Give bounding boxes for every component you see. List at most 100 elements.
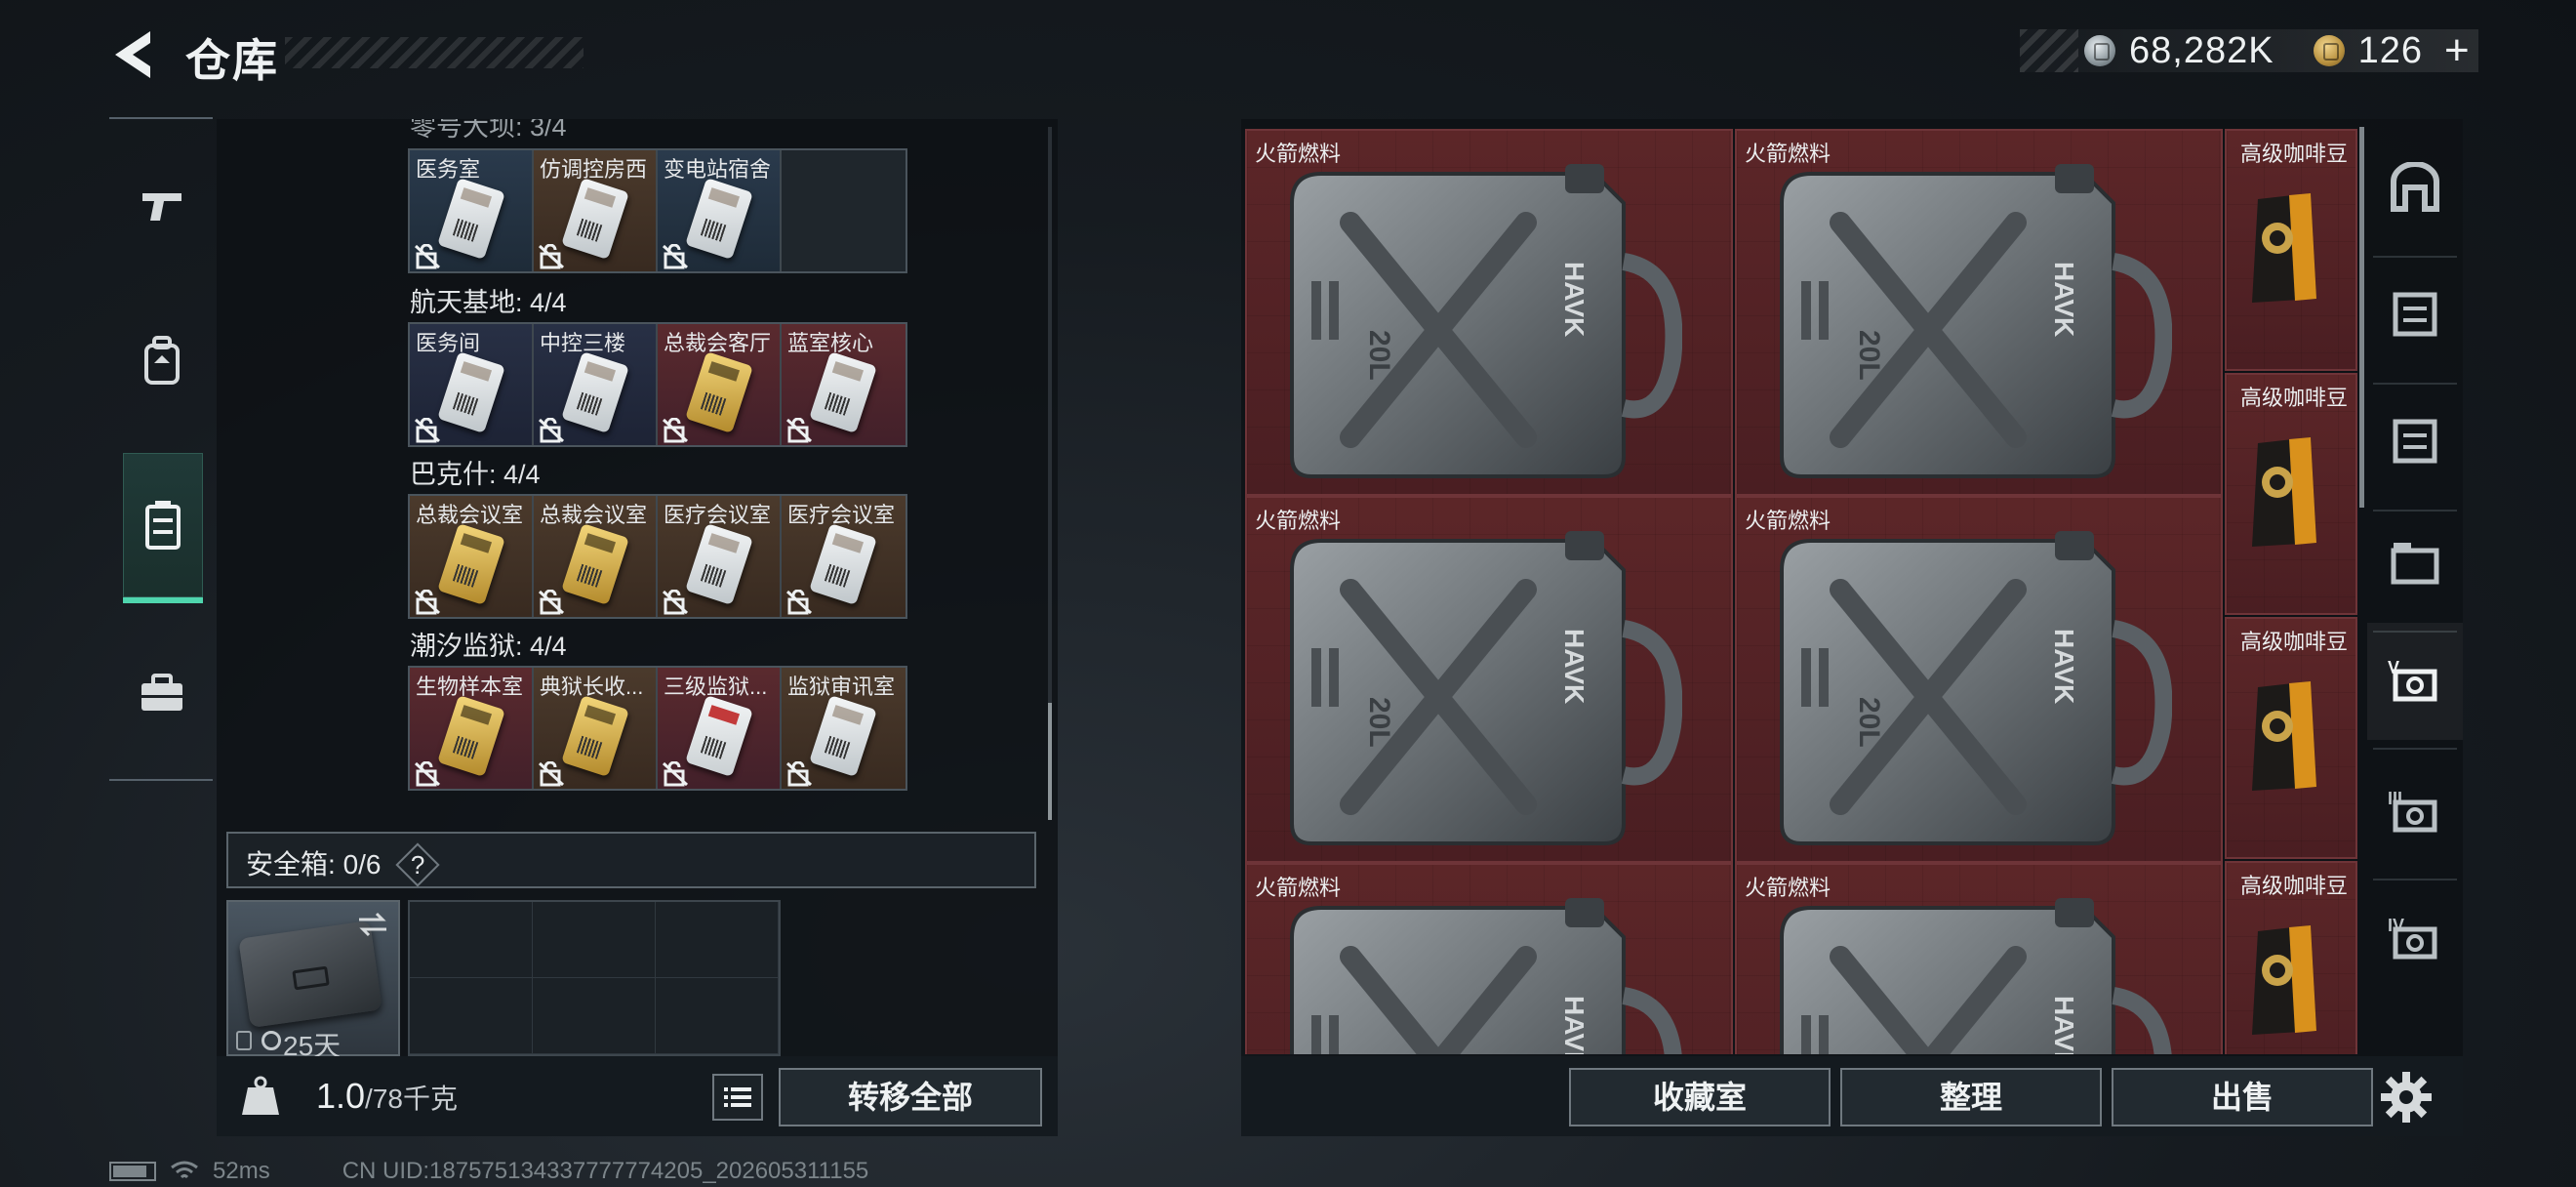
- keycard-image: [561, 178, 629, 260]
- wifi-icon: [171, 1161, 198, 1179]
- keycard-image: [685, 178, 753, 260]
- organize-button[interactable]: 整理: [1840, 1068, 2102, 1126]
- settings-gear-icon[interactable]: [2379, 1070, 2434, 1125]
- stash-item-rocket-fuel[interactable]: 20LHAVK火箭燃料: [1245, 496, 1733, 863]
- add-currency-button[interactable]: +: [2444, 29, 2470, 72]
- item-label: 火箭燃料: [1745, 876, 1831, 900]
- sell-button[interactable]: 出售: [2112, 1068, 2373, 1126]
- help-icon[interactable]: ?: [395, 842, 440, 887]
- keycard-slot[interactable]: 医务室: [410, 150, 534, 271]
- stash-item-rocket-fuel[interactable]: 20LHAVK火箭燃料: [1245, 863, 1733, 1054]
- stash-item-coffee-beans[interactable]: 高级咖啡豆: [2225, 373, 2357, 615]
- jerry-can-image: 20LHAVK: [1290, 898, 1682, 1054]
- nav-weapon[interactable]: [123, 156, 201, 254]
- keycard-label: 医务室: [416, 157, 481, 182]
- stash-item-coffee-beans[interactable]: 高级咖啡豆: [2225, 861, 2357, 1054]
- stash-item-coffee-beans[interactable]: 高级咖啡豆: [2225, 617, 2357, 859]
- right-nav-stash-page-III[interactable]: III: [2367, 754, 2463, 871]
- right-nav-stash-page-IV[interactable]: IV: [2367, 880, 2463, 998]
- safe-box-header: 安全箱: 0/6 ?: [226, 832, 1036, 888]
- right-nav-stash-page-3[interactable]: [2367, 506, 2463, 623]
- stash-panel: 20L HAVK 火箭燃料 20L HAVK 火箭燃料 20L HAVK 火箭燃料 20L HAVK…: [1241, 119, 2463, 1136]
- empty-keycard-slot[interactable]: [782, 150, 906, 271]
- keycard-image: [809, 351, 877, 433]
- safe-slot[interactable]: [533, 902, 656, 978]
- stash-item-rocket-fuel[interactable]: 20LHAVK火箭燃料: [1735, 496, 2223, 863]
- safe-slot[interactable]: [410, 978, 533, 1054]
- keycard-slot[interactable]: 总裁会客厅: [658, 324, 782, 445]
- keycard-label: 总裁会议室: [416, 503, 524, 527]
- keycard-label: 仿调控房西: [540, 157, 648, 182]
- no-lock-icon: [414, 589, 441, 615]
- svg-text:HAVK: HAVK: [1559, 996, 1590, 1054]
- stash-item-rocket-fuel[interactable]: 20LHAVK火箭燃料: [1735, 863, 2223, 1054]
- stash-page-V-icon: V: [2386, 654, 2444, 710]
- no-lock-icon: [538, 760, 565, 787]
- scrollbar[interactable]: [1048, 127, 1052, 820]
- no-lock-icon: [785, 589, 813, 615]
- weight-icon: [242, 1076, 279, 1115]
- keycard-slot[interactable]: 医务间: [410, 324, 534, 445]
- svg-text:20L: 20L: [1853, 330, 1885, 381]
- page-title: 仓库: [185, 35, 279, 86]
- scrollbar-thumb[interactable]: [1048, 703, 1052, 820]
- stash-page-3-icon: [2388, 537, 2442, 593]
- status-bar: 52ms CN UID:187575134337777774205_202605…: [109, 1158, 868, 1185]
- safe-box-count: 0/6: [342, 849, 382, 880]
- keycard-image: [437, 178, 505, 260]
- keycard-slot[interactable]: 生物样本室: [410, 668, 534, 789]
- capacity-max: /78千克: [365, 1084, 458, 1114]
- stash-item-rocket-fuel[interactable]: 20LHAVK火箭燃料: [1735, 129, 2223, 496]
- svg-text:HAVK: HAVK: [2049, 262, 2079, 337]
- keycard-list[interactable]: 零号大坝: 3/4 医务室 仿调控房西 变电站宿舍 航天基地: 4/4 医务间 中控三楼总…: [217, 119, 1058, 820]
- group-title: 潮汐监狱: 4/4: [410, 632, 567, 661]
- safe-slot[interactable]: [410, 902, 533, 978]
- keycard-label: 中控三楼: [540, 331, 626, 355]
- currency-bar: 68,282K 126 +: [2020, 29, 2478, 72]
- keycard-label: 生物样本室: [416, 675, 524, 699]
- keycard-label: 蓝室核心: [787, 331, 874, 355]
- keycard-slot[interactable]: 总裁会议室: [410, 496, 534, 617]
- list-view-button[interactable]: [712, 1074, 763, 1121]
- keycard-slot[interactable]: 医疗会议室: [782, 496, 906, 617]
- collection-room-button[interactable]: 收藏室: [1569, 1068, 1831, 1126]
- safe-box-slots[interactable]: [408, 900, 781, 1056]
- stash-page-scrollbar[interactable]: [2359, 127, 2364, 508]
- keycard-image: [437, 523, 505, 605]
- stash-grid[interactable]: 20L HAVK 火箭燃料 20L HAVK 火箭燃料 20L HAVK 火箭燃料 20L HAVK…: [1245, 129, 2357, 1054]
- swap-icon[interactable]: [355, 910, 390, 939]
- keycard-slot[interactable]: 仿调控房西: [534, 150, 658, 271]
- safe-slot[interactable]: [533, 978, 656, 1054]
- right-nav-stash-home[interactable]: [2367, 131, 2463, 248]
- safe-box-item[interactable]: 25天: [226, 900, 400, 1061]
- nav-toolbox[interactable]: [123, 644, 201, 742]
- keycard-slot[interactable]: 总裁会议室: [534, 496, 658, 617]
- safe-slot[interactable]: [656, 978, 779, 1054]
- right-nav-stash-page-2[interactable]: [2367, 385, 2463, 502]
- stash-item-coffee-beans[interactable]: 高级咖啡豆: [2225, 129, 2357, 371]
- keycard-slot[interactable]: 中控三楼: [534, 324, 658, 445]
- nav-backpack[interactable]: [123, 312, 201, 410]
- stash-item-rocket-fuel[interactable]: 20LHAVK火箭燃料: [1245, 129, 1733, 496]
- group-title: 航天基地: 4/4: [410, 288, 567, 317]
- keycard-row: 医务间 中控三楼 总裁会客厅 蓝室核心: [408, 322, 907, 447]
- keycard-slot[interactable]: 蓝室核心: [782, 324, 906, 445]
- keycard-slot[interactable]: 变电站宿舍: [658, 150, 782, 271]
- transfer-all-button[interactable]: 转移全部: [779, 1068, 1042, 1126]
- keycard-label: 总裁会客厅: [664, 331, 772, 355]
- safe-slot[interactable]: [656, 902, 779, 978]
- keycard-slot[interactable]: 典狱长收...: [534, 668, 658, 789]
- jerry-can-image: 20LHAVK: [1780, 898, 2172, 1054]
- keycard-slot[interactable]: 监狱审讯室: [782, 668, 906, 789]
- right-nav-stash-page-V[interactable]: V: [2367, 623, 2463, 740]
- back-arrow-icon[interactable]: [109, 27, 156, 82]
- keycard-slot[interactable]: 医疗会议室: [658, 496, 782, 617]
- left-nav: [109, 117, 213, 781]
- no-lock-icon: [662, 589, 689, 615]
- right-nav-stash-page-1[interactable]: [2367, 258, 2463, 375]
- nav-container[interactable]: [123, 453, 203, 603]
- keycard-image: [437, 695, 505, 777]
- nav-divider: [109, 779, 213, 781]
- keycard-image: [561, 695, 629, 777]
- keycard-slot[interactable]: 三级监狱...: [658, 668, 782, 789]
